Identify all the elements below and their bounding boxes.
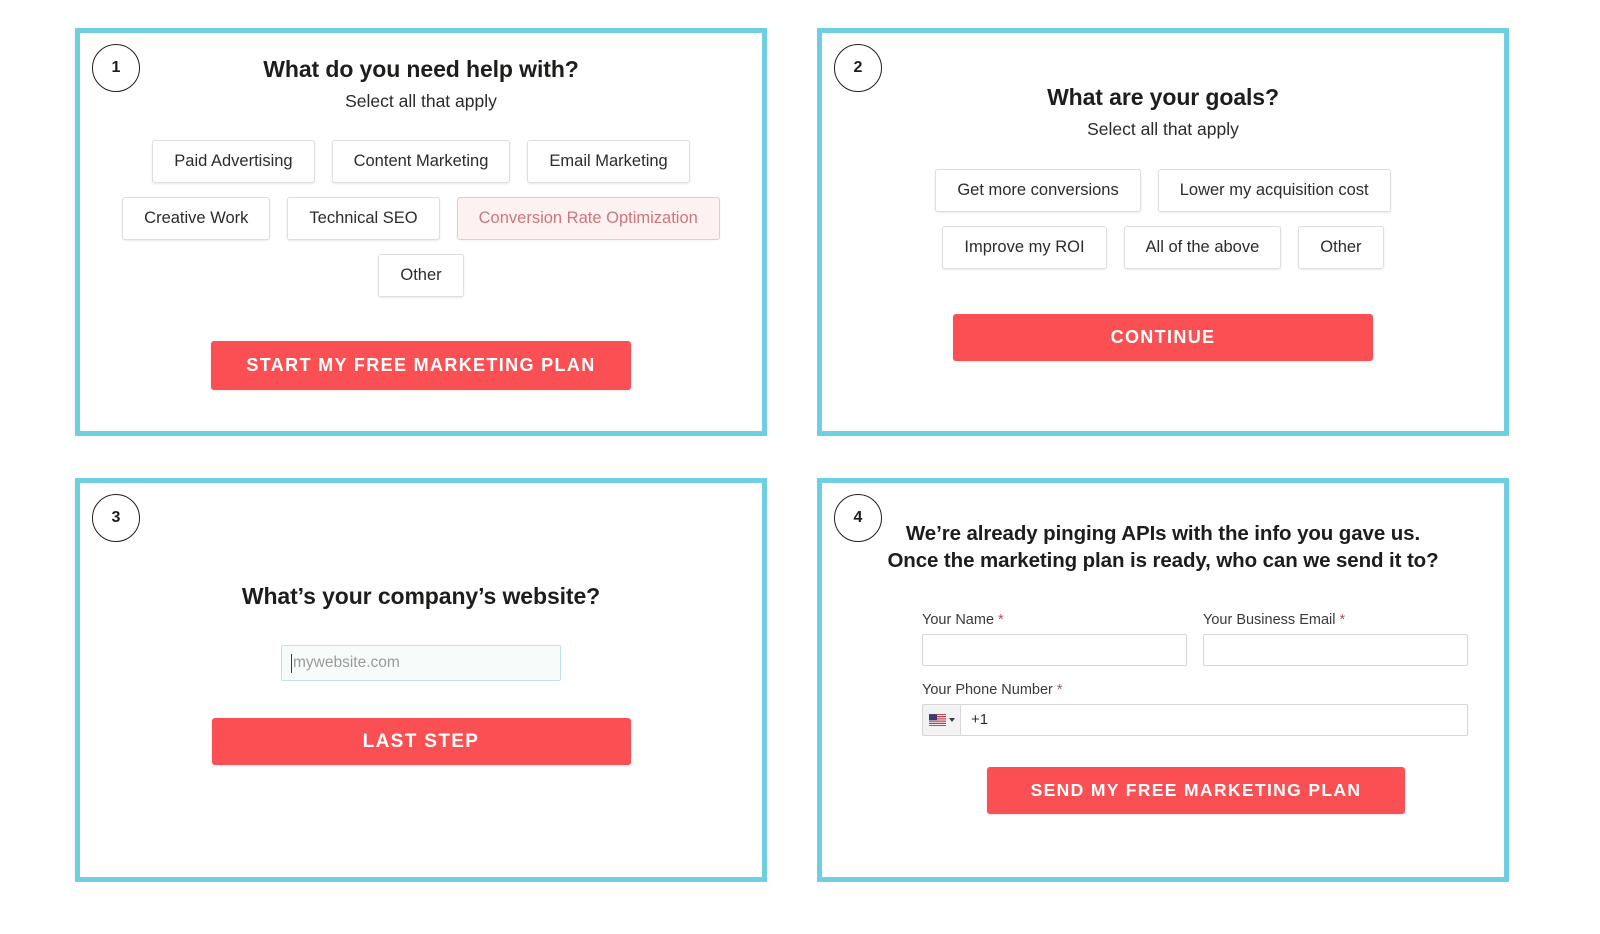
option-chip-content-marketing[interactable]: Content Marketing xyxy=(331,140,511,183)
step-panel-4: 4 We’re already pinging APIs with the in… xyxy=(817,478,1509,882)
step-1-option-row-3: Other xyxy=(102,253,740,297)
option-chip-paid-advertising[interactable]: Paid Advertising xyxy=(152,140,315,183)
option-chip-improve-my-roi[interactable]: Improve my ROI xyxy=(942,225,1107,269)
step-panel-1: 1 What do you need help with? Select all… xyxy=(75,28,767,436)
email-field-group: Your Business Email * xyxy=(1203,612,1468,666)
step-number-badge-2: 2 xyxy=(834,44,882,92)
name-field-group: Your Name * xyxy=(922,612,1187,666)
option-chip-creative-work[interactable]: Creative Work xyxy=(122,196,271,240)
step-2-option-row-2: Improve my ROI All of the above Other xyxy=(844,225,1482,269)
step-1-content: What do you need help with? Select all t… xyxy=(80,33,762,390)
funnel-steps-board: 1 What do you need help with? Select all… xyxy=(0,0,1600,934)
step-1-question-subtitle: Select all that apply xyxy=(345,91,497,111)
chevron-down-icon xyxy=(948,717,955,722)
option-chip-email-marketing[interactable]: Email Marketing xyxy=(527,140,690,183)
phone-required-asterisk: * xyxy=(1056,681,1063,698)
phone-input-wrap xyxy=(922,703,1468,736)
option-chip-other[interactable]: Other xyxy=(1298,225,1384,269)
step-panel-2: 2 What are your goals? Select all that a… xyxy=(817,28,1509,436)
start-my-free-marketing-plan-button[interactable]: Start My Free Marketing Plan xyxy=(211,340,631,390)
name-field-label-text: Your Name xyxy=(922,611,995,628)
send-my-free-marketing-plan-button[interactable]: Send My Free Marketing Plan xyxy=(987,766,1405,814)
website-input-placeholder: mywebsite.com xyxy=(293,654,400,671)
email-required-asterisk: * xyxy=(1339,611,1346,628)
step-number-3: 3 xyxy=(111,509,121,526)
website-input[interactable]: mywebsite.com xyxy=(281,645,561,681)
option-chip-get-more-conversions[interactable]: Get more conversions xyxy=(935,169,1141,212)
step-2-question-title: What are your goals? xyxy=(1047,84,1279,110)
step-number-badge-3: 3 xyxy=(92,494,140,542)
step-4-headline-line-2: Once the marketing plan is ready, who ca… xyxy=(887,549,1439,573)
country-code-selector[interactable] xyxy=(922,703,960,736)
option-chip-other[interactable]: Other xyxy=(378,253,464,297)
step-number-badge-1: 1 xyxy=(92,44,140,92)
phone-field-label-text: Your Phone Number xyxy=(922,681,1053,698)
step-number-1: 1 xyxy=(111,59,121,76)
option-chip-lower-my-acquisition-cost[interactable]: Lower my acquisition cost xyxy=(1157,169,1391,212)
step-2-question-subtitle: Select all that apply xyxy=(1087,119,1239,139)
step-number-2: 2 xyxy=(853,59,863,76)
option-chip-conversion-rate-optimization[interactable]: Conversion Rate Optimization xyxy=(456,196,720,240)
name-field-label: Your Name * xyxy=(922,612,1187,628)
step-2-option-row-1: Get more conversions Lower my acquisitio… xyxy=(844,169,1482,212)
step-2-content: What are your goals? Select all that app… xyxy=(822,33,1504,361)
step-4-content: We’re already pinging APIs with the info… xyxy=(822,483,1504,814)
continue-button[interactable]: Continue xyxy=(953,313,1373,361)
step-4-headline: We’re already pinging APIs with the info… xyxy=(844,520,1482,575)
phone-field-group: Your Phone Number * xyxy=(922,682,1468,736)
name-required-asterisk: * xyxy=(998,611,1004,628)
step-panel-3: 3 What’s your company’s website? mywebsi… xyxy=(75,478,767,882)
step-number-badge-4: 4 xyxy=(834,494,882,542)
step-4-headline-line-1: We’re already pinging APIs with the info… xyxy=(905,522,1421,545)
phone-input[interactable] xyxy=(960,703,1468,736)
step-3-content: What’s your company’s website? mywebsite… xyxy=(80,483,762,765)
us-flag-icon xyxy=(928,713,946,726)
option-chip-technical-seo[interactable]: Technical SEO xyxy=(287,196,440,240)
step-1-question-title: What do you need help with? xyxy=(263,56,579,82)
email-input[interactable] xyxy=(1203,633,1468,666)
email-field-label: Your Business Email * xyxy=(1203,612,1468,628)
phone-field-label: Your Phone Number * xyxy=(922,682,1468,698)
website-input-wrap: mywebsite.com xyxy=(102,645,740,681)
last-step-button[interactable]: Last Step xyxy=(211,718,631,765)
contact-form-row-1: Your Name * Your Business Email * xyxy=(922,612,1468,666)
email-field-label-text: Your Business Email xyxy=(1203,611,1336,628)
step-1-option-row-2: Creative Work Technical SEO Conversion R… xyxy=(102,196,740,240)
step-1-option-row-1: Paid Advertising Content Marketing Email… xyxy=(102,140,740,183)
step-3-question-title: What’s your company’s website? xyxy=(241,583,601,609)
step-number-4: 4 xyxy=(853,509,863,526)
option-chip-all-of-the-above[interactable]: All of the above xyxy=(1123,225,1282,269)
text-cursor-icon xyxy=(291,653,292,673)
name-input[interactable] xyxy=(922,633,1187,666)
